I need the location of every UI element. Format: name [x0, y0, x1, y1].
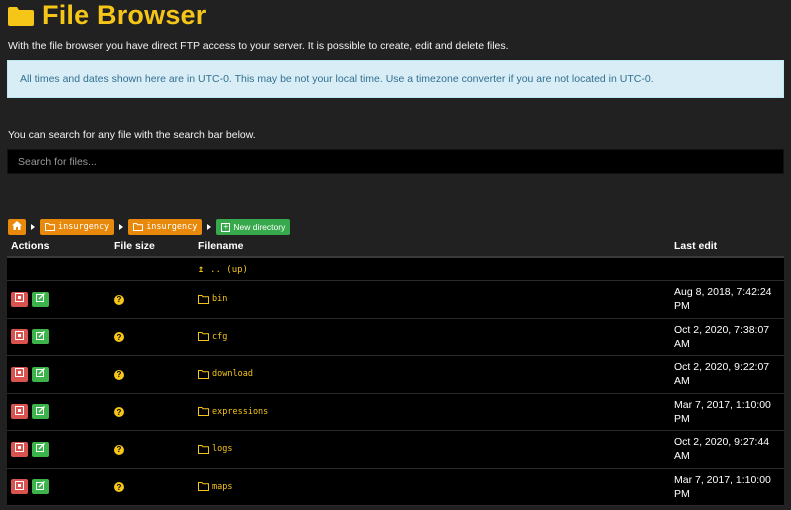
page-header: File Browser	[8, 0, 206, 30]
table-row: ? maps Mar 7, 2017, 1:10:00 PM	[7, 468, 784, 506]
parent-directory-label: .. (up)	[210, 265, 248, 275]
edit-button[interactable]	[32, 366, 49, 382]
last-edit-period: PM	[674, 412, 690, 425]
last-edit: Aug 8, 2018, 7:42:24	[674, 286, 772, 299]
last-edit: Oct 2, 2020, 7:38:07	[674, 323, 770, 336]
edit-button[interactable]	[32, 441, 49, 457]
chevron-right-icon	[202, 224, 216, 230]
table-row: ? expressions Mar 7, 2017, 1:10:00 PM	[7, 393, 784, 431]
home-icon	[12, 221, 22, 233]
table-row: ? bin Aug 8, 2018, 7:42:24 PM	[7, 281, 784, 319]
header-actions: Actions	[11, 240, 50, 252]
folder-outline-icon	[198, 444, 209, 454]
delete-icon	[15, 330, 24, 343]
file-name: maps	[212, 481, 233, 492]
breadcrumb-item[interactable]: insurgency	[40, 219, 115, 235]
folder-outline-icon	[45, 223, 55, 231]
edit-icon	[36, 480, 45, 493]
file-name: expressions	[212, 406, 269, 417]
question-icon: ?	[114, 369, 124, 380]
delete-button[interactable]	[11, 441, 28, 457]
table-row: ? download Oct 2, 2020, 9:22:07 AM	[7, 356, 784, 394]
edit-icon	[36, 405, 45, 418]
breadcrumb-item[interactable]: insurgency	[128, 219, 203, 235]
question-icon: ?	[114, 444, 124, 455]
file-name: logs	[212, 444, 233, 455]
question-icon: ?	[114, 482, 124, 493]
chevron-right-icon	[114, 224, 128, 230]
edit-icon	[36, 368, 45, 380]
parent-directory-link[interactable]: ↥ .. (up)	[198, 264, 248, 275]
delete-icon	[15, 443, 24, 455]
last-edit: Mar 7, 2017, 1:10:00	[674, 398, 771, 411]
file-name: cfg	[212, 331, 228, 342]
last-edit-period: AM	[674, 337, 690, 350]
question-icon: ?	[114, 294, 124, 305]
file-name: download	[212, 369, 253, 380]
delete-icon	[15, 405, 24, 418]
delete-button[interactable]	[11, 329, 28, 345]
delete-button[interactable]	[11, 479, 28, 495]
last-edit: Mar 7, 2017, 1:10:00	[674, 473, 771, 486]
file-link[interactable]: logs	[198, 444, 674, 454]
plus-icon: +	[221, 222, 231, 232]
folder-outline-icon	[198, 482, 209, 492]
header-filename: Filename	[198, 240, 244, 252]
new-directory-button[interactable]: + New directory	[216, 219, 291, 235]
arrow-up-icon: ↥	[198, 264, 205, 275]
edit-button[interactable]	[32, 291, 49, 307]
edit-button[interactable]	[32, 329, 49, 345]
question-icon: ?	[114, 407, 124, 418]
folder-icon	[8, 6, 34, 26]
delete-button[interactable]	[11, 366, 28, 382]
last-edit: Oct 2, 2020, 9:27:44	[674, 436, 770, 449]
table-row: ? cfg Oct 2, 2020, 7:38:07 AM	[7, 318, 784, 356]
folder-outline-icon	[133, 223, 144, 231]
last-edit-period: AM	[674, 450, 690, 463]
breadcrumb-home[interactable]	[8, 219, 26, 235]
breadcrumb-item-label: insurgency	[146, 222, 198, 232]
delete-button[interactable]	[11, 291, 28, 307]
table-row-up: ↥ .. (up)	[7, 258, 784, 281]
new-directory-label: New directory	[233, 222, 286, 232]
delete-button[interactable]	[11, 404, 28, 420]
last-edit-period: PM	[674, 300, 690, 313]
table-row: ? logs Oct 2, 2020, 9:27:44 AM	[7, 431, 784, 469]
timezone-notice-text: All times and dates shown here are in UT…	[20, 73, 654, 85]
last-edit-period: AM	[674, 375, 690, 388]
header-file-size: File size	[114, 240, 155, 252]
header-last-edit: Last edit	[674, 240, 718, 252]
timezone-notice: All times and dates shown here are in UT…	[7, 60, 784, 98]
search-note: You can search for any file with the sea…	[8, 129, 256, 141]
search-input[interactable]	[7, 149, 784, 174]
file-name: bin	[212, 294, 228, 305]
edit-icon	[36, 443, 45, 455]
breadcrumb: insurgency insurgency + New directory	[8, 219, 291, 235]
file-link[interactable]: expressions	[198, 407, 674, 417]
folder-outline-icon	[198, 294, 209, 304]
table-header: Actions File size Filename Last edit	[7, 236, 784, 258]
last-edit-period: PM	[674, 487, 690, 500]
file-link[interactable]: download	[198, 369, 674, 379]
page-title: File Browser	[42, 0, 207, 30]
file-link[interactable]: bin	[198, 294, 674, 304]
delete-icon	[15, 293, 24, 305]
question-icon: ?	[114, 332, 124, 343]
folder-outline-icon	[198, 369, 209, 379]
edit-icon	[36, 330, 45, 343]
last-edit: Oct 2, 2020, 9:22:07	[674, 361, 770, 374]
intro-text: With the file browser you have direct FT…	[8, 40, 509, 52]
file-link[interactable]: cfg	[198, 332, 674, 342]
folder-outline-icon	[198, 332, 209, 342]
chevron-right-icon	[26, 224, 40, 230]
folder-outline-icon	[198, 407, 209, 417]
edit-button[interactable]	[32, 404, 49, 420]
file-table: Actions File size Filename Last edit ↥..…	[7, 236, 784, 506]
edit-button[interactable]	[32, 479, 49, 495]
breadcrumb-item-label: insurgency	[58, 222, 110, 232]
delete-icon	[15, 480, 24, 493]
edit-icon	[36, 293, 45, 305]
file-link[interactable]: maps	[198, 482, 674, 492]
delete-icon	[15, 368, 24, 380]
